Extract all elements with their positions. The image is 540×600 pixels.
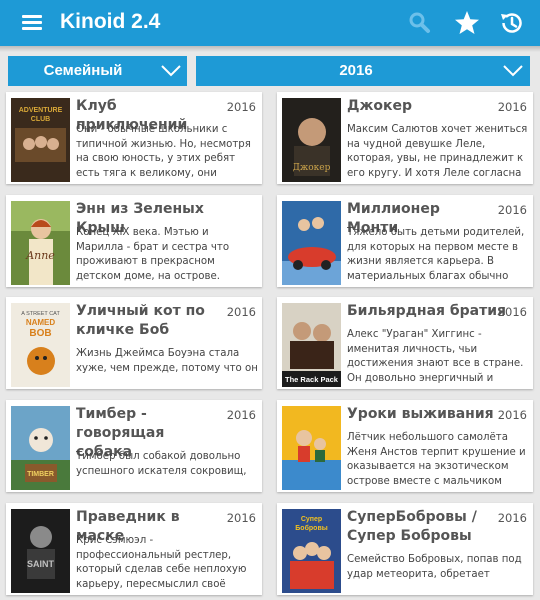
movie-year: 2016 [497, 100, 527, 114]
movie-description: Тимбер был собакой довольно успешного ис… [76, 451, 247, 477]
year-dropdown[interactable]: 2016 [196, 56, 530, 86]
svg-text:Супер: Супер [301, 516, 322, 523]
movie-year: 2016 [497, 511, 527, 525]
search-icon[interactable] [406, 9, 434, 37]
poster-rack-pack: The Rack Pack [282, 303, 341, 387]
movie-description: Они - обычные школьники с типичной жизнь… [76, 124, 251, 179]
appbar-shadow [0, 46, 540, 52]
movie-card[interactable]: Уроки выживания 2016 Лётчик небольшого с… [277, 400, 533, 492]
poster-adventure-club: ADVENTURE CLUB [11, 98, 70, 182]
movie-card[interactable]: TIMBER Тимбер - говорящая собака 2016 Ти… [6, 400, 262, 492]
app-title: Kinoid 2.4 [60, 10, 161, 33]
svg-text:CLUB: CLUB [31, 116, 50, 123]
movie-year: 2016 [226, 511, 256, 525]
svg-text:Бобровы: Бобровы [295, 524, 327, 532]
svg-text:Anne: Anne [25, 249, 55, 262]
svg-text:TIMBER: TIMBER [27, 471, 54, 478]
movie-year: 2016 [497, 305, 527, 319]
movie-description: Семейство Бобровых, попав под удар метео… [347, 554, 522, 580]
poster-joker: Джокер [282, 98, 341, 182]
svg-text:ADVENTURE: ADVENTURE [19, 107, 63, 114]
poster-monty [282, 201, 341, 285]
movie-card[interactable]: Супер Бобровы СуперБобровы / Супер Бобро… [277, 503, 533, 595]
movie-description: Конец XIX века. Мэтью и Марилла - брат и… [76, 227, 230, 282]
movie-year: 2016 [226, 408, 256, 422]
history-icon[interactable] [497, 9, 525, 37]
movie-description: Лётчик небольшого самолёта Женя Анстов т… [347, 432, 526, 487]
svg-text:The Rack Pack: The Rack Pack [285, 375, 339, 384]
genre-dropdown[interactable]: Семейный [8, 56, 187, 86]
chevron-down-icon [503, 65, 523, 77]
movie-description: Алекс "Ураган" Хиггинс - именитая личнос… [347, 329, 524, 384]
poster-timber: TIMBER [11, 406, 70, 490]
svg-text:NAMED: NAMED [26, 318, 56, 327]
movie-card[interactable]: ADVENTURE CLUB Клуб приключений 2016 Они… [6, 92, 262, 184]
star-icon[interactable] [453, 9, 481, 37]
poster-superbobrovy: Супер Бобровы [282, 509, 341, 593]
movie-description: Тяжело быть детьми родителей, для которы… [347, 227, 525, 282]
movie-description: Максим Салютов хочет жениться на чудной … [347, 124, 528, 179]
menu-icon[interactable] [22, 14, 42, 32]
movie-year: 2016 [226, 305, 256, 319]
movie-card[interactable]: The Rack Pack Бильярдная братия 2016 Але… [277, 297, 533, 389]
movie-card[interactable]: Джокер Джокер 2016 Максим Салютов хочет … [277, 92, 533, 184]
poster-survival [282, 406, 341, 490]
poster-saint: SAINT [11, 509, 70, 593]
movie-title: Уроки выживания [347, 406, 494, 422]
app-bar: Kinoid 2.4 [0, 0, 540, 46]
svg-text:BOB: BOB [29, 328, 51, 339]
movie-card[interactable]: A STREET CAT NAMED BOB Уличный кот по кл… [6, 297, 262, 389]
year-dropdown-label: 2016 [339, 62, 373, 79]
svg-text:A STREET CAT: A STREET CAT [21, 311, 60, 317]
movie-year: 2016 [497, 408, 527, 422]
movie-card[interactable]: Anne Энн из Зеленых Крыш Конец XIX века.… [6, 195, 262, 287]
poster-bob: A STREET CAT NAMED BOB [11, 303, 70, 387]
chevron-down-icon [161, 65, 181, 77]
movie-year: 2016 [497, 203, 527, 217]
movie-card[interactable]: SAINT Праведник в маске 2016 Крис Сэмюэл… [6, 503, 262, 595]
movie-description: Крис Сэмюэл - профессиональный рестлер, … [76, 535, 247, 590]
poster-anne: Anne [11, 201, 70, 285]
svg-text:Джокер: Джокер [293, 163, 331, 173]
movie-year: 2016 [226, 100, 256, 114]
movie-title: Уличный кот по кличке Боб [76, 303, 205, 338]
movie-title: Джокер [347, 98, 413, 114]
movie-description: Жизнь Джеймса Боуэна стала хуже, чем пре… [76, 348, 258, 374]
genre-dropdown-label: Семейный [43, 62, 123, 79]
svg-text:SAINT: SAINT [27, 559, 55, 569]
movie-card[interactable]: Миллионер Монти 2016 Тяжело быть детьми … [277, 195, 533, 287]
movie-title: СуперБобровы / Супер Бобровы [347, 509, 477, 544]
